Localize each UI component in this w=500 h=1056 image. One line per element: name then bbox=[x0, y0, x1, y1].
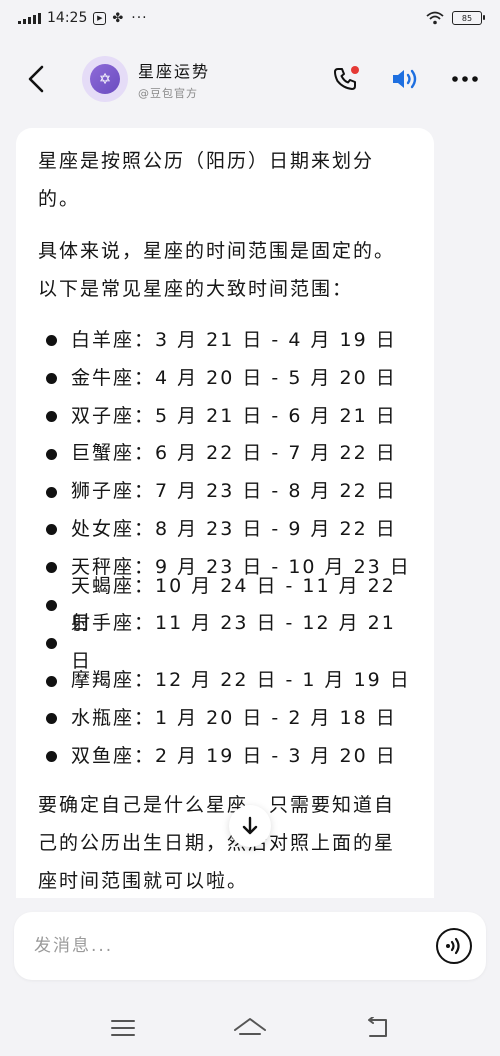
voice-icon bbox=[446, 937, 460, 955]
list-item: 巨蟹座：6 月 22 日 - 7 月 22 日 bbox=[38, 435, 412, 473]
back-button[interactable] bbox=[18, 59, 54, 99]
bullet-icon bbox=[46, 486, 57, 498]
list-item: 狮子座：7 月 23 日 - 8 月 22 日 bbox=[38, 473, 412, 511]
wifi-icon bbox=[426, 11, 444, 25]
message-intro: 星座是按照公历（阳历）日期来划分的。 bbox=[38, 150, 375, 210]
pinwheel-icon: ✤ bbox=[112, 10, 124, 26]
call-button[interactable] bbox=[328, 62, 362, 96]
scroll-down-button[interactable] bbox=[229, 805, 271, 847]
bot-subtitle: @豆包官方 bbox=[138, 86, 198, 100]
system-nav-bar bbox=[0, 1000, 500, 1056]
bullet-icon bbox=[46, 713, 57, 725]
chat-header: ✡ 星座运势 @豆包官方 bbox=[0, 36, 500, 122]
list-item: 金牛座：4 月 20 日 - 5 月 20 日 bbox=[38, 360, 412, 398]
menu-nav-button[interactable] bbox=[103, 1008, 143, 1048]
notification-dot bbox=[351, 66, 359, 74]
voice-button[interactable] bbox=[436, 928, 472, 964]
status-bar: 14:25 ▶ ✤ ··· 85 bbox=[0, 0, 500, 36]
bot-name[interactable]: 星座运势 bbox=[138, 58, 210, 82]
battery-icon: 85 bbox=[452, 11, 485, 25]
bullet-icon bbox=[46, 448, 57, 460]
signal-icon bbox=[18, 12, 41, 24]
back-nav-button[interactable] bbox=[357, 1008, 397, 1048]
bot-message: 星座是按照公历（阳历）日期来划分的。 具体来说，星座的时间范围是固定的。以下是常… bbox=[16, 128, 434, 898]
bullet-icon bbox=[46, 410, 57, 422]
avatar[interactable]: ✡ bbox=[82, 56, 128, 102]
message-composer bbox=[14, 912, 486, 980]
list-item: 双子座：5 月 21 日 - 6 月 21 日 bbox=[38, 398, 412, 436]
speaker-button[interactable] bbox=[388, 62, 422, 96]
speaker-icon bbox=[393, 69, 417, 89]
bullet-icon bbox=[46, 675, 57, 687]
list-item: 射手座：11 月 23 日 - 12 月 21 日 bbox=[38, 612, 412, 672]
list-item: 处女座：8 月 23 日 - 9 月 22 日 bbox=[38, 511, 412, 549]
list-item: 摩羯座：12 月 22 日 - 1 月 19 日 bbox=[38, 662, 412, 700]
list-item: 白羊座：3 月 21 日 - 4 月 19 日 bbox=[38, 322, 412, 360]
bullet-icon bbox=[46, 373, 57, 385]
list-item: 水瓶座：1 月 20 日 - 2 月 18 日 bbox=[38, 700, 412, 738]
bullet-icon bbox=[46, 751, 57, 763]
zodiac-list: 白羊座：3 月 21 日 - 4 月 19 日 金牛座：4 月 20 日 - 5… bbox=[38, 322, 412, 776]
more-icon bbox=[452, 76, 478, 82]
star-icon: ✡ bbox=[90, 64, 120, 94]
media-icon: ▶ bbox=[93, 11, 107, 25]
back-icon bbox=[28, 65, 44, 93]
home-nav-button[interactable] bbox=[230, 1008, 270, 1048]
bullet-icon bbox=[46, 637, 57, 649]
message-input[interactable] bbox=[34, 936, 436, 956]
arrow-down-icon bbox=[242, 816, 258, 835]
home-icon bbox=[233, 1018, 266, 1035]
more-button[interactable] bbox=[448, 62, 482, 96]
status-more: ··· bbox=[131, 10, 148, 26]
menu-icon bbox=[111, 1020, 136, 1036]
battery-level: 85 bbox=[461, 13, 473, 23]
bullet-icon bbox=[46, 335, 57, 347]
bullet-icon bbox=[46, 562, 57, 574]
status-time: 14:25 bbox=[47, 10, 88, 26]
bullet-icon bbox=[46, 599, 57, 611]
return-icon bbox=[367, 1017, 387, 1037]
message-lead: 具体来说，星座的时间范围是固定的。以下是常见星座的大致时间范围： bbox=[38, 240, 396, 300]
list-item: 双鱼座：2 月 19 日 - 3 月 20 日 bbox=[38, 738, 412, 776]
message-closing: 要确定自己是什么星座，只需要知道自己的公历出生日期，然后对照上面的星座时间范围就… bbox=[38, 793, 396, 892]
bullet-icon bbox=[46, 524, 57, 536]
